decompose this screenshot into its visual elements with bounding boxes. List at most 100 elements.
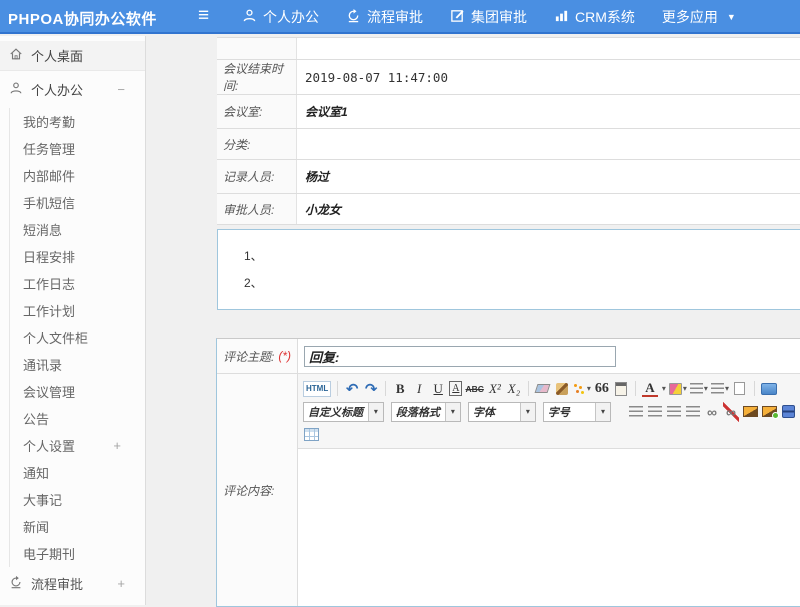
toolbar-row-2: 自定义标题▾ 段落格式▾ 字体▾ 字号▾ ∞ ∞: [303, 400, 796, 423]
font-family-select[interactable]: 字体▾: [468, 402, 536, 422]
sidebar-item-notice[interactable]: 通知: [10, 459, 145, 486]
auto-format-button[interactable]: ▾: [573, 379, 591, 399]
upload-image-button[interactable]: [761, 402, 777, 422]
undo-icon[interactable]: ↶: [344, 379, 360, 399]
redo-icon[interactable]: ↷: [363, 379, 379, 399]
hamburger-menu-icon[interactable]: ≡: [198, 5, 209, 27]
insert-link-button[interactable]: ∞: [704, 402, 720, 422]
sidebar-item-mobile-sms[interactable]: 手机短信: [10, 189, 145, 216]
remove-link-button[interactable]: ∞: [723, 402, 739, 422]
expand-icon[interactable]: +: [113, 438, 121, 453]
align-center-button[interactable]: [647, 402, 663, 422]
fullscreen-button[interactable]: [761, 379, 777, 399]
underline-button[interactable]: U: [430, 379, 446, 399]
divider: [385, 381, 386, 396]
ordered-list-button[interactable]: ▾: [690, 379, 708, 399]
person-icon: [9, 81, 23, 98]
cycle-icon: [9, 575, 23, 592]
field-value: [297, 129, 800, 159]
sidebar-item-label: 个人桌面: [31, 46, 83, 65]
nav-crm[interactable]: CRM系统: [554, 7, 635, 27]
paste-button[interactable]: [613, 379, 629, 399]
format-brush-button[interactable]: [554, 379, 570, 399]
sidebar-item-news[interactable]: 新闻: [10, 513, 145, 540]
strikethrough-button[interactable]: ABC: [465, 379, 483, 399]
nav-label: 流程审批: [367, 7, 423, 27]
eraser-button[interactable]: [535, 379, 551, 399]
insert-media-button[interactable]: [780, 402, 796, 422]
collapse-icon[interactable]: −: [117, 82, 125, 97]
sidebar-item-attendance[interactable]: 我的考勤: [10, 108, 145, 135]
nav-personal-office[interactable]: 个人办公: [242, 7, 319, 27]
table-row-approver: 审批人员: 小龙女: [217, 193, 800, 225]
unordered-list-button[interactable]: ▾: [711, 379, 729, 399]
justify-button[interactable]: [685, 402, 701, 422]
divider: [754, 381, 755, 396]
bold-button[interactable]: B: [392, 379, 408, 399]
sidebar-item-desktop[interactable]: 个人桌面: [0, 41, 145, 71]
font-color-button[interactable]: A: [642, 381, 658, 397]
caret-down-icon: ▾: [595, 403, 610, 421]
blockquote-button[interactable]: 66: [594, 379, 610, 399]
person-icon: [242, 8, 257, 26]
sidebar-item-announcement[interactable]: 公告: [10, 405, 145, 432]
paragraph-format-select[interactable]: 段落格式▾: [391, 402, 461, 422]
align-center-icon: [648, 406, 662, 417]
field-value: [297, 38, 800, 59]
font-size-select[interactable]: 字号▾: [543, 402, 611, 422]
sidebar-item-work-log[interactable]: 工作日志: [10, 270, 145, 297]
sidebar-item-work-plan[interactable]: 工作计划: [10, 297, 145, 324]
sidebar-item-personal-office[interactable]: 个人办公 −: [0, 71, 145, 108]
sidebar-item-tasks[interactable]: 任务管理: [10, 135, 145, 162]
align-right-button[interactable]: [666, 402, 682, 422]
table-row-meeting-room: 会议室: 会议室1: [217, 94, 800, 128]
sidebar-item-internal-mail[interactable]: 内部邮件: [10, 162, 145, 189]
field-label: 审批人员:: [217, 194, 297, 224]
sidebar-item-personal-settings[interactable]: 个人设置+: [10, 432, 145, 459]
comment-subject-input[interactable]: [304, 346, 616, 367]
sidebar-item-contacts[interactable]: 通讯录: [10, 351, 145, 378]
subscript-button[interactable]: X₂: [506, 379, 522, 399]
sidebar-item-label: 个人办公: [31, 80, 83, 99]
nav-label: 更多应用: [662, 7, 718, 27]
meeting-detail-table: 会议结束时间: 2019-08-07 11:47:00 会议室: 会议室1 分类…: [217, 37, 800, 225]
field-label: 分类:: [217, 129, 297, 159]
caret-down-icon: ▾: [704, 384, 708, 393]
divider: [528, 381, 529, 396]
chart-icon: [554, 8, 569, 26]
caret-down-icon: ▾: [368, 403, 383, 421]
rich-text-editor: HTML ↶ ↷ B I U A ABC X² X₂ ▾ 66: [298, 374, 800, 606]
expand-icon[interactable]: +: [117, 576, 125, 591]
align-left-button[interactable]: [628, 402, 644, 422]
content-line: 2、: [244, 269, 800, 296]
sidebar-item-meeting-management[interactable]: 会议管理: [10, 378, 145, 405]
superscript-button[interactable]: X²: [487, 379, 503, 399]
sidebar-item-events[interactable]: 大事记: [10, 486, 145, 513]
field-label: 评论主题: (*): [217, 339, 298, 373]
sidebar-item-short-message[interactable]: 短消息: [10, 216, 145, 243]
nav-group-approval[interactable]: 集团审批: [450, 7, 527, 27]
nav-workflow-approval[interactable]: 流程审批: [346, 7, 423, 27]
font-style-button[interactable]: A: [449, 381, 462, 396]
italic-button[interactable]: I: [411, 379, 427, 399]
blank-page-icon: [734, 382, 745, 395]
sidebar-item-schedule[interactable]: 日程安排: [10, 243, 145, 270]
editor-content-area[interactable]: [298, 449, 800, 606]
magic-wand-icon: [573, 382, 586, 395]
sidebar-item-workflow-approval[interactable]: 流程审批 +: [0, 567, 145, 599]
insert-table-button[interactable]: [303, 425, 319, 445]
highlight-button[interactable]: ▾: [669, 379, 687, 399]
table-row-category: 分类:: [217, 128, 800, 159]
new-document-button[interactable]: [732, 379, 748, 399]
toolbar-row-3: [303, 423, 796, 446]
heading-style-select[interactable]: 自定义标题▾: [303, 402, 384, 422]
html-source-button[interactable]: HTML: [303, 381, 331, 397]
nav-more-apps[interactable]: 更多应用 ▼: [662, 7, 736, 27]
table-row-meeting-end-time: 会议结束时间: 2019-08-07 11:47:00: [217, 59, 800, 94]
insert-image-button[interactable]: [742, 402, 758, 422]
sidebar-item-label: 流程审批: [31, 574, 83, 593]
sidebar-item-file-cabinet[interactable]: 个人文件柜: [10, 324, 145, 351]
caret-down-icon[interactable]: ▾: [662, 384, 666, 393]
divider: [337, 381, 338, 396]
sidebar-item-e-journal[interactable]: 电子期刊: [10, 540, 145, 567]
